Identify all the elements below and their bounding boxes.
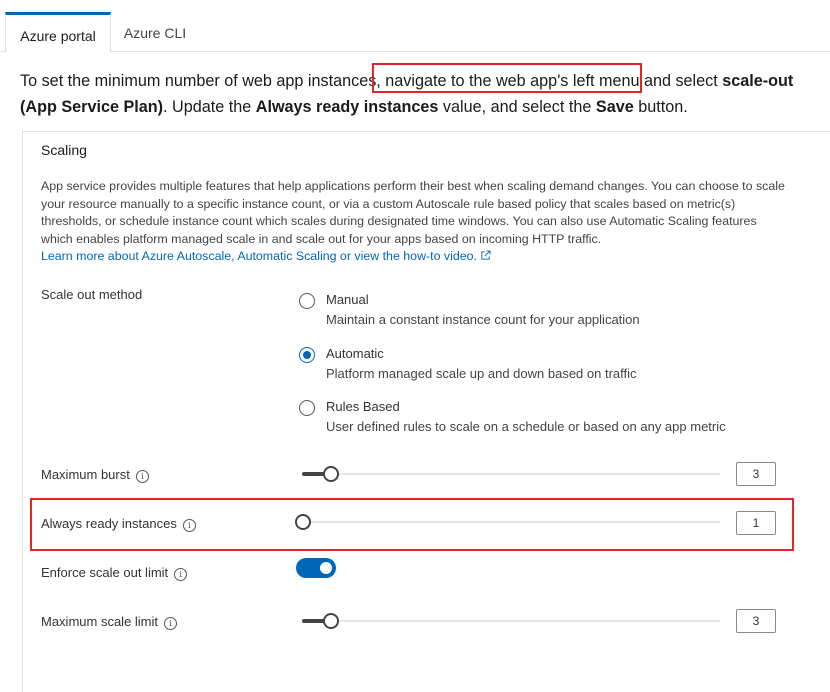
- info-icon[interactable]: i: [135, 470, 149, 483]
- intro-part3: value, and select the: [438, 98, 596, 116]
- tab-bar: Azure portal Azure CLI: [0, 0, 830, 53]
- enforce-limit-label: Enforce scale out limit i: [41, 565, 188, 581]
- info-icon[interactable]: i: [174, 568, 188, 581]
- radio-automatic-label: Automatic: [326, 346, 384, 361]
- always-ready-label: Always ready instances i: [41, 516, 196, 532]
- slider-thumb[interactable]: [323, 613, 340, 629]
- always-ready-input[interactable]: 1: [736, 511, 776, 535]
- learn-more-text: Learn more about Azure Autoscale, Automa…: [41, 249, 477, 263]
- slider-track: [302, 473, 720, 475]
- enforce-limit-text: Enforce scale out limit: [41, 565, 169, 580]
- info-icon[interactable]: i: [164, 617, 178, 630]
- maximum-burst-label: Maximum burst i: [41, 467, 149, 483]
- intro-part4: button.: [633, 98, 688, 116]
- maximum-scale-limit-input[interactable]: 3: [736, 609, 776, 633]
- tab-azure-cli[interactable]: Azure CLI: [112, 12, 198, 51]
- external-link-icon: [481, 250, 491, 260]
- learn-more-link[interactable]: Learn more about Azure Autoscale, Automa…: [41, 249, 491, 263]
- always-ready-slider[interactable]: [295, 512, 720, 532]
- radio-rules-based-circle[interactable]: [299, 400, 315, 416]
- maximum-scale-limit-slider[interactable]: [302, 611, 720, 631]
- info-icon[interactable]: i: [182, 519, 196, 532]
- slider-track: [302, 521, 720, 523]
- scaling-title: Scaling: [41, 142, 87, 158]
- maximum-burst-text: Maximum burst: [41, 467, 130, 482]
- intro-bold-save: Save: [595, 98, 634, 116]
- enforce-limit-toggle[interactable]: [296, 558, 336, 578]
- radio-rules-based-label: Rules Based: [326, 399, 400, 414]
- maximum-scale-limit-text: Maximum scale limit: [41, 614, 159, 629]
- intro-part2: . Update the: [163, 98, 256, 116]
- always-ready-text: Always ready instances: [41, 516, 177, 531]
- slider-track: [302, 620, 720, 622]
- radio-automatic-circle[interactable]: [299, 347, 315, 363]
- highlight-box-left-menu: [372, 63, 642, 93]
- scale-out-method-label: Scale out method: [41, 287, 143, 302]
- maximum-burst-slider[interactable]: [302, 464, 720, 484]
- scaling-description: App service provides multiple features t…: [41, 178, 791, 266]
- tab-azure-portal[interactable]: Azure portal: [5, 12, 111, 53]
- radio-manual-circle[interactable]: [299, 293, 315, 309]
- maximum-scale-limit-label: Maximum scale limit i: [41, 614, 178, 630]
- radio-automatic-description: Platform managed scale up and down based…: [326, 366, 637, 381]
- maximum-burst-input[interactable]: 3: [736, 462, 776, 486]
- slider-thumb[interactable]: [323, 466, 340, 482]
- slider-thumb[interactable]: [295, 514, 311, 530]
- description-text: App service provides multiple features t…: [41, 179, 785, 246]
- intro-bold-always-ready: Always ready instances: [255, 98, 439, 116]
- radio-manual-label: Manual: [326, 292, 369, 307]
- radio-manual-description: Maintain a constant instance count for y…: [326, 312, 640, 327]
- radio-rules-based-description: User defined rules to scale on a schedul…: [326, 419, 726, 434]
